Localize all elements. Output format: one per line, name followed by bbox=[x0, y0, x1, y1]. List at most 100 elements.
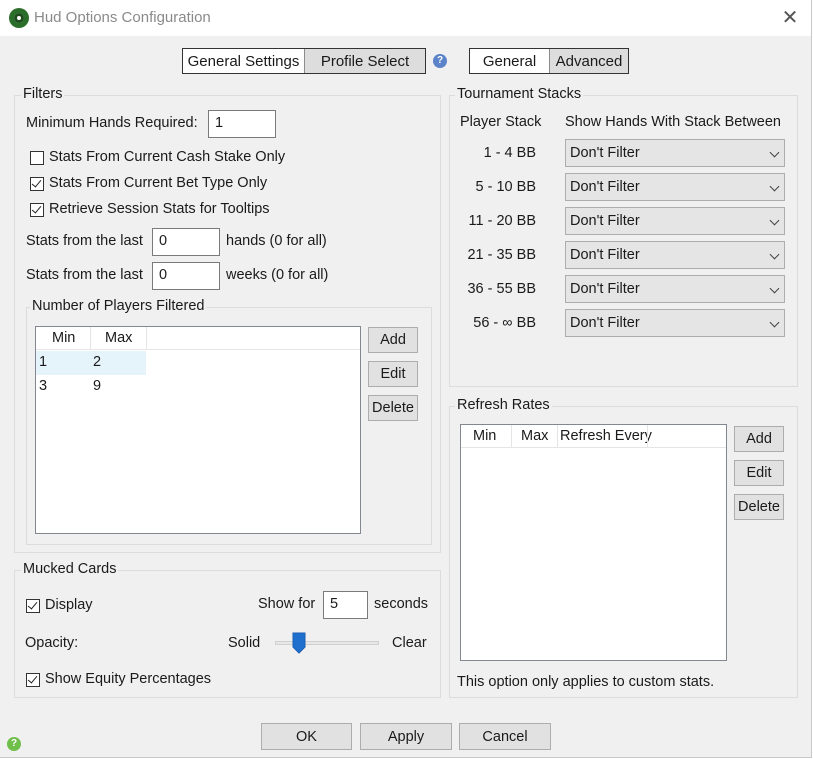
apply-button[interactable]: Apply bbox=[360, 723, 452, 750]
stack-range-label: 1 - 4 BB bbox=[483, 145, 536, 161]
tab-general[interactable]: General bbox=[470, 49, 549, 73]
session-stats-checkbox[interactable] bbox=[30, 203, 44, 217]
players-add-button[interactable]: Add bbox=[368, 327, 418, 353]
tab-profile-select[interactable]: Profile Select bbox=[304, 49, 425, 73]
table-row[interactable]: 1 2 bbox=[36, 351, 146, 375]
cancel-button[interactable]: Cancel bbox=[459, 723, 551, 750]
chevron-down-icon bbox=[769, 181, 780, 192]
list-header: Min Max Refresh Every bbox=[461, 425, 726, 448]
tournament-stacks-title: Tournament Stacks bbox=[455, 86, 584, 102]
chevron-down-icon bbox=[769, 215, 780, 226]
equity-checkbox[interactable] bbox=[26, 673, 40, 687]
show-hands-header: Show Hands With Stack Between bbox=[565, 114, 781, 130]
stack-filter-dropdown[interactable]: Don't Filter bbox=[565, 309, 785, 337]
dropdown-value: Don't Filter bbox=[570, 179, 640, 195]
last-weeks-prefix: Stats from the last bbox=[26, 267, 143, 283]
custom-stats-note: This option only applies to custom stats… bbox=[457, 674, 715, 690]
min-hands-label: Minimum Hands Required: bbox=[26, 115, 198, 131]
tab-general-settings[interactable]: General Settings bbox=[183, 49, 304, 73]
mucked-cards-title: Mucked Cards bbox=[21, 561, 119, 577]
refresh-edit-button[interactable]: Edit bbox=[734, 460, 784, 486]
column-divider bbox=[511, 425, 512, 447]
row-min: 1 bbox=[39, 354, 48, 370]
chevron-down-icon bbox=[769, 147, 780, 158]
filters-title: Filters bbox=[21, 86, 65, 102]
stack-filter-dropdown[interactable]: Don't Filter bbox=[565, 139, 785, 167]
column-divider bbox=[647, 425, 648, 447]
table-row[interactable]: 3 9 bbox=[36, 375, 146, 399]
window-title: Hud Options Configuration bbox=[34, 9, 211, 26]
last-weeks-suffix: weeks (0 for all) bbox=[226, 267, 329, 283]
last-weeks-input[interactable]: 0 bbox=[152, 262, 220, 290]
tab-advanced[interactable]: Advanced bbox=[549, 49, 628, 73]
solid-label: Solid bbox=[228, 635, 261, 651]
last-hands-suffix: hands (0 for all) bbox=[226, 233, 327, 249]
dialog-window: Hud Options Configuration ✕ General Sett… bbox=[0, 0, 812, 758]
opacity-slider-thumb[interactable] bbox=[292, 632, 306, 654]
last-hands-prefix: Stats from the last bbox=[26, 233, 143, 249]
dropdown-value: Don't Filter bbox=[570, 247, 640, 263]
chevron-down-icon bbox=[769, 283, 780, 294]
stack-range-label: 5 - 10 BB bbox=[475, 179, 536, 195]
stack-filter-dropdown[interactable]: Don't Filter bbox=[565, 207, 785, 235]
dropdown-value: Don't Filter bbox=[570, 145, 640, 161]
refresh-delete-button[interactable]: Delete bbox=[734, 494, 784, 520]
ok-button[interactable]: OK bbox=[261, 723, 352, 750]
column-divider bbox=[90, 327, 91, 349]
refresh-rates-list[interactable]: Min Max Refresh Every bbox=[460, 424, 727, 661]
row-min: 3 bbox=[39, 378, 48, 394]
column-min[interactable]: Min bbox=[52, 330, 75, 346]
min-hands-input[interactable]: 1 bbox=[208, 110, 276, 138]
stack-range-label: 56 - ∞ BB bbox=[473, 315, 536, 331]
players-edit-button[interactable]: Edit bbox=[368, 361, 418, 387]
stack-filter-dropdown[interactable]: Don't Filter bbox=[565, 241, 785, 269]
refresh-rates-title: Refresh Rates bbox=[455, 397, 552, 413]
players-delete-button[interactable]: Delete bbox=[368, 395, 418, 421]
clear-label: Clear bbox=[392, 635, 427, 651]
last-hands-input[interactable]: 0 bbox=[152, 228, 220, 256]
column-divider bbox=[146, 327, 147, 349]
player-stack-header: Player Stack bbox=[460, 114, 542, 130]
display-checkbox[interactable] bbox=[26, 599, 40, 613]
players-filtered-title: Number of Players Filtered bbox=[30, 298, 207, 314]
chevron-down-icon bbox=[769, 249, 780, 260]
help-icon[interactable]: ? bbox=[433, 54, 447, 68]
display-label: Display bbox=[45, 597, 93, 613]
stack-range-label: 11 - 20 BB bbox=[468, 213, 536, 229]
list-header: Min Max bbox=[36, 327, 360, 350]
status-help-icon[interactable]: ? bbox=[7, 737, 21, 751]
equity-label: Show Equity Percentages bbox=[45, 671, 212, 687]
column-divider bbox=[557, 425, 558, 447]
players-filtered-list[interactable]: Min Max 1 2 3 9 bbox=[35, 326, 361, 534]
column-max[interactable]: Max bbox=[521, 428, 548, 444]
chevron-down-icon bbox=[769, 317, 780, 328]
dropdown-value: Don't Filter bbox=[570, 315, 640, 331]
dropdown-value: Don't Filter bbox=[570, 213, 640, 229]
settings-tabs: General Settings Profile Select bbox=[182, 48, 426, 74]
mode-tabs: General Advanced bbox=[469, 48, 629, 74]
dropdown-value: Don't Filter bbox=[570, 281, 640, 297]
stack-range-label: 36 - 55 BB bbox=[467, 281, 536, 297]
row-max: 9 bbox=[93, 378, 102, 394]
show-for-label: Show for bbox=[258, 596, 316, 612]
stack-range-label: 21 - 35 BB bbox=[467, 247, 536, 263]
show-for-input[interactable]: 5 bbox=[323, 591, 368, 619]
session-stats-label: Retrieve Session Stats for Tooltips bbox=[49, 201, 270, 217]
row-max: 2 bbox=[93, 354, 102, 370]
opacity-slider-track[interactable] bbox=[275, 641, 379, 645]
title-bar: Hud Options Configuration ✕ bbox=[0, 0, 811, 36]
refresh-add-button[interactable]: Add bbox=[734, 426, 784, 452]
cash-stake-label: Stats From Current Cash Stake Only bbox=[49, 149, 286, 165]
column-refresh-every[interactable]: Refresh Every bbox=[560, 428, 652, 444]
stack-filter-dropdown[interactable]: Don't Filter bbox=[565, 173, 785, 201]
column-min[interactable]: Min bbox=[473, 428, 496, 444]
bet-type-checkbox[interactable] bbox=[30, 177, 44, 191]
bet-type-label: Stats From Current Bet Type Only bbox=[49, 175, 268, 191]
cash-stake-checkbox[interactable] bbox=[30, 151, 44, 165]
poker-chip-icon bbox=[9, 8, 29, 28]
seconds-label: seconds bbox=[374, 596, 429, 612]
stack-filter-dropdown[interactable]: Don't Filter bbox=[565, 275, 785, 303]
opacity-label: Opacity: bbox=[25, 635, 79, 651]
column-max[interactable]: Max bbox=[105, 330, 132, 346]
close-icon[interactable]: ✕ bbox=[778, 6, 802, 30]
